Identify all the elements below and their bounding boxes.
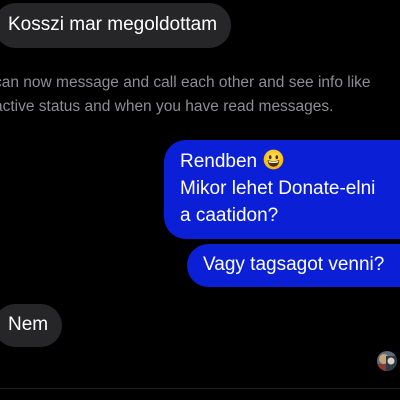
message-text: Mikor lehet Donate-elni (180, 178, 376, 199)
message-text: Kosszi mar megoldottam (8, 14, 218, 35)
composer-divider (0, 388, 400, 389)
notice-line: can now message and call each other and … (0, 74, 371, 91)
message-text: a caatidon? (180, 205, 279, 226)
incoming-message-bubble[interactable]: Kosszi mar megoldottam (0, 3, 232, 48)
avatar-icon (377, 351, 397, 371)
message-line-with-emoji: Rendben (180, 149, 400, 176)
outgoing-message-bubble[interactable]: Vagy tagsagot venni? (187, 244, 400, 287)
outgoing-message-bubble[interactable]: Rendben Mikor lehet Donate-elni a caatid… (164, 140, 400, 239)
incoming-message-bubble[interactable]: Nem (0, 304, 63, 347)
message-text: Vagy tagsagot venni? (203, 254, 385, 275)
notice-line: active status and when you have read mes… (0, 98, 334, 115)
message-text: Rendben (180, 151, 258, 172)
read-receipt-avatar (377, 351, 397, 371)
chat-screen: Kosszi mar megoldottam can now message a… (0, 0, 400, 400)
message-text: Nem (8, 314, 49, 335)
grinning-face-emoji-icon (263, 149, 284, 170)
chat-info-notice: can now message and call each other and … (0, 71, 400, 119)
